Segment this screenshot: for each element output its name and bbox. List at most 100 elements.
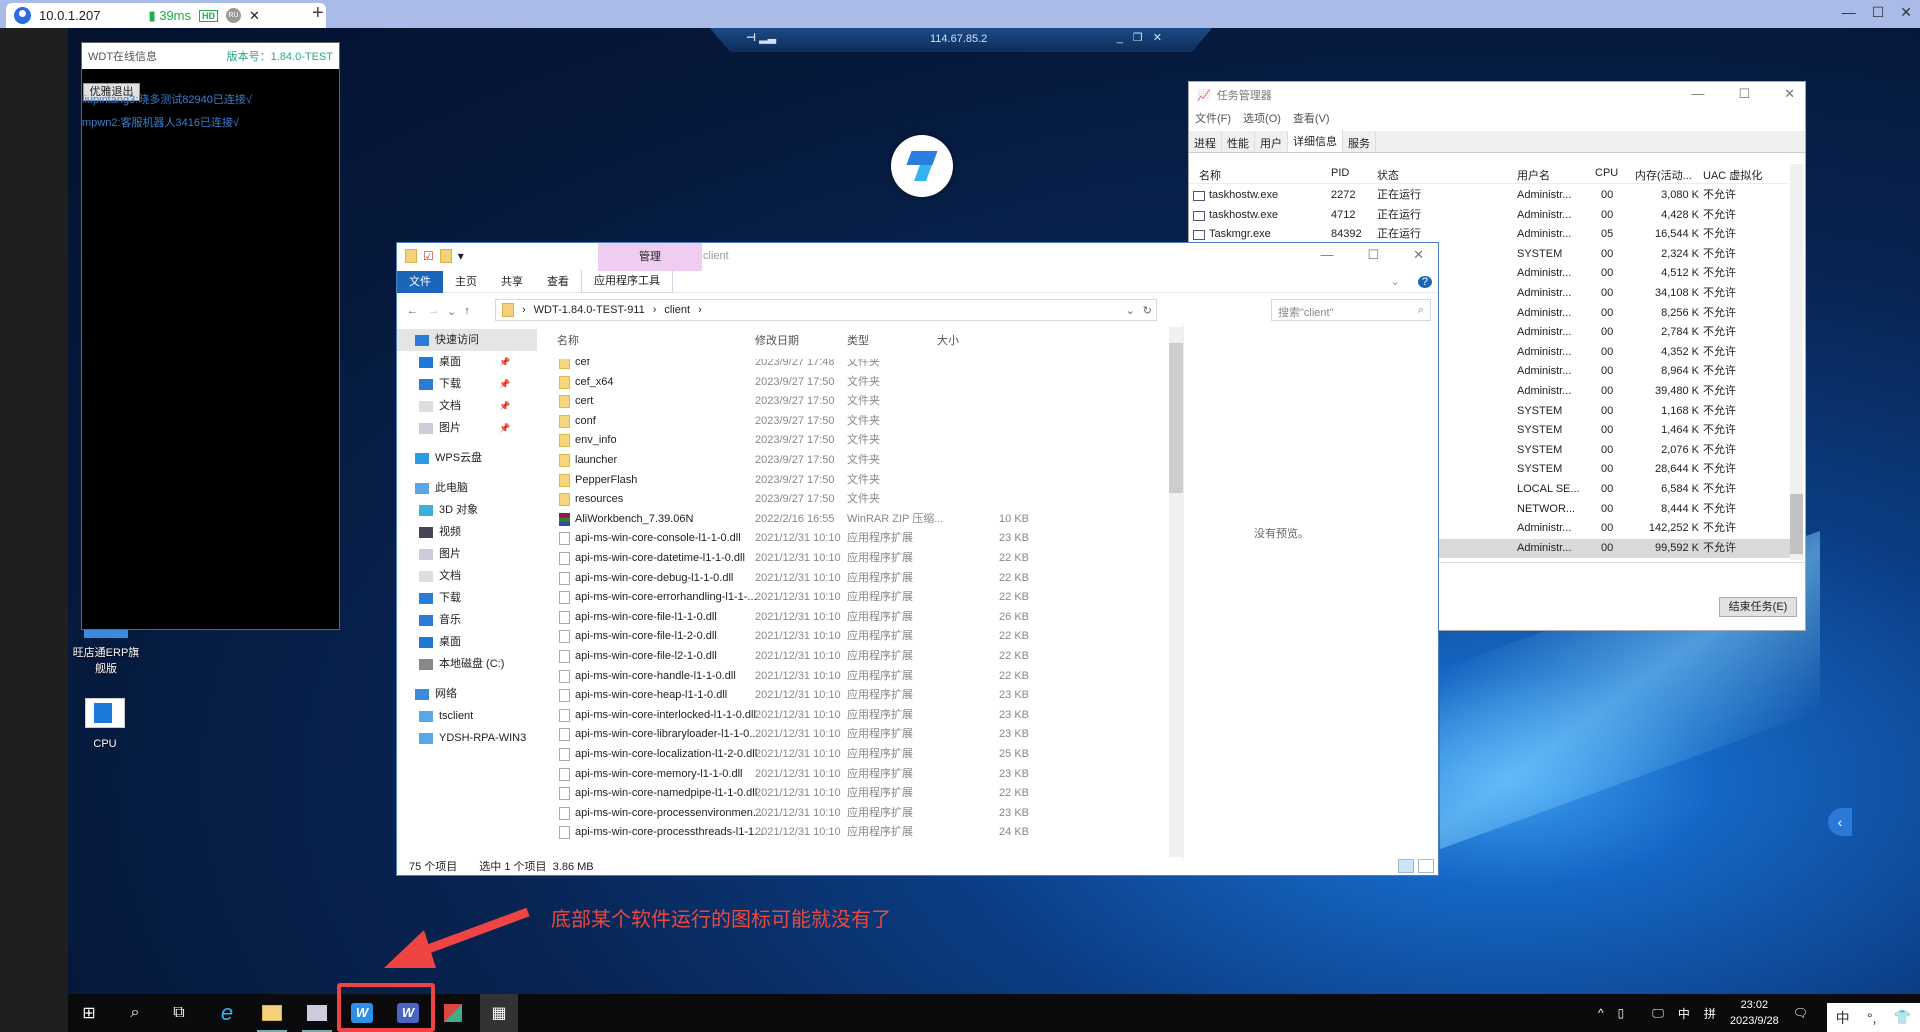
close-icon[interactable]: ✕ bbox=[1413, 247, 1424, 263]
close-icon[interactable]: ✕ bbox=[1784, 86, 1795, 102]
show-hidden-icons[interactable]: ^ bbox=[1598, 1006, 1604, 1020]
pin-icon[interactable]: 📌 bbox=[499, 351, 510, 373]
file-row[interactable]: api-ms-win-core-interlocked-l1-1-0.dll 20… bbox=[543, 706, 1168, 726]
file-row[interactable]: api-ms-win-core-file-l1-1-0.dll 2021/12/3… bbox=[543, 608, 1168, 628]
address-dropdown-icon[interactable]: ⌄ bbox=[1126, 304, 1135, 317]
address-bar[interactable]: › WDT-1.84.0-TEST-911 › client › ⌄ ↻ bbox=[495, 299, 1157, 321]
close-tab-icon[interactable]: ✕ bbox=[249, 8, 260, 24]
usb-icon[interactable]: ▯ bbox=[1618, 1006, 1625, 1020]
help-icon[interactable]: ? bbox=[1412, 271, 1438, 293]
file-row[interactable]: cert 2023/9/27 17:50 文件夹 bbox=[543, 392, 1168, 412]
pin-icon[interactable]: 📌 bbox=[499, 417, 510, 439]
nav-item[interactable]: 下载 📌 bbox=[419, 373, 510, 395]
file-row[interactable]: api-ms-win-core-libraryloader-l1-1-0....… bbox=[543, 725, 1168, 745]
file-row[interactable]: api-ms-win-core-debug-l1-1-0.dll 2021/12/… bbox=[543, 569, 1168, 589]
nav-item[interactable]: YDSH-RPA-WIN3 bbox=[419, 727, 526, 749]
col-memory[interactable]: 内存(活动... bbox=[1635, 167, 1692, 183]
monitor-app-icon[interactable] bbox=[302, 998, 332, 1032]
process-list-scrollbar[interactable] bbox=[1790, 164, 1803, 560]
ribbon-tab-share[interactable]: 共享 bbox=[489, 271, 535, 293]
file-row[interactable]: api-ms-win-core-file-l2-1-0.dll 2021/12/3… bbox=[543, 647, 1168, 667]
file-row[interactable]: api-ms-win-core-memory-l1-1-0.dll 2021/12… bbox=[543, 765, 1168, 785]
large-icons-view-icon[interactable] bbox=[1418, 859, 1434, 873]
breadcrumb-item[interactable]: client bbox=[664, 304, 690, 316]
ime-skin-icon[interactable]: 👕 bbox=[1894, 1009, 1911, 1026]
nav-item[interactable]: 图片 bbox=[419, 543, 461, 565]
nav-item[interactable]: 视频 bbox=[419, 521, 461, 543]
menu-file[interactable]: 文件(F) bbox=[1195, 110, 1231, 126]
file-explorer-icon[interactable] bbox=[257, 998, 287, 1032]
hd-badge[interactable]: HD bbox=[199, 9, 219, 22]
nav-item[interactable]: 文档 bbox=[419, 565, 461, 587]
file-row[interactable]: cef_x64 2023/9/27 17:50 文件夹 bbox=[543, 373, 1168, 393]
file-row[interactable]: env_info 2023/9/27 17:50 文件夹 bbox=[543, 431, 1168, 451]
ribbon-tab-file[interactable]: 文件 bbox=[397, 270, 443, 293]
calculator-icon[interactable]: ▦ bbox=[480, 994, 518, 1032]
col-type[interactable]: 类型 bbox=[847, 332, 869, 348]
network-icon[interactable]: 🖵 bbox=[1652, 1006, 1664, 1021]
tab-performance[interactable]: 性能 bbox=[1222, 131, 1255, 152]
maximize-icon[interactable]: ☐ bbox=[1872, 4, 1885, 21]
pin-icon[interactable]: ⊣ ▂▃ bbox=[746, 31, 776, 44]
details-view-icon[interactable] bbox=[1398, 859, 1414, 873]
col-cpu[interactable]: CPU bbox=[1595, 167, 1618, 179]
file-row[interactable]: api-ms-win-core-file-l1-2-0.dll 2021/12/3… bbox=[543, 627, 1168, 647]
new-folder-icon[interactable] bbox=[439, 249, 452, 263]
recent-locations-icon[interactable]: ⌄ bbox=[447, 305, 456, 318]
nav-item[interactable]: 快速访问 bbox=[397, 329, 537, 351]
col-date[interactable]: 修改日期 bbox=[755, 332, 799, 348]
remote-window-controls[interactable]: _❐✕ bbox=[1117, 31, 1172, 44]
file-row[interactable]: api-ms-win-core-errorhandling-l1-1-... 20… bbox=[543, 588, 1168, 608]
menu-options[interactable]: 选项(O) bbox=[1243, 110, 1281, 126]
ime-language[interactable]: 中 bbox=[1836, 1008, 1850, 1028]
tab-processes[interactable]: 进程 bbox=[1189, 131, 1222, 152]
menu-view[interactable]: 查看(V) bbox=[1293, 110, 1330, 126]
collapse-side-panel-button[interactable]: ‹ bbox=[1828, 808, 1852, 836]
file-row[interactable]: AliWorkbench_7.39.06N 2022/2/16 16:55 WinR… bbox=[543, 510, 1168, 530]
notification-icon[interactable]: 🗨 bbox=[1793, 1006, 1808, 1020]
minimize-icon[interactable]: — bbox=[1842, 4, 1856, 21]
file-row[interactable]: api-ms-win-core-namedpipe-l1-1-0.dll 2021… bbox=[543, 784, 1168, 804]
file-row[interactable]: api-ms-win-core-handle-l1-1-0.dll 2021/12… bbox=[543, 667, 1168, 687]
ribbon-tab-app-tools[interactable]: 应用程序工具 bbox=[581, 270, 673, 293]
col-user[interactable]: 用户名 bbox=[1517, 167, 1550, 183]
ribbon-tab-view[interactable]: 查看 bbox=[535, 271, 581, 293]
col-name[interactable]: 名称 bbox=[1199, 167, 1221, 183]
file-row[interactable]: resources 2023/9/27 17:50 文件夹 bbox=[543, 490, 1168, 510]
nav-item[interactable]: WPS云盘 bbox=[415, 447, 482, 469]
ribbon-tab-home[interactable]: 主页 bbox=[443, 271, 489, 293]
manage-context-tab[interactable]: 管理 bbox=[598, 243, 702, 271]
scrollbar-thumb[interactable] bbox=[1790, 494, 1803, 554]
col-pid[interactable]: PID bbox=[1331, 167, 1349, 179]
search-icon[interactable]: ⌕ bbox=[120, 998, 150, 1028]
desktop-icon-erp[interactable]: 旺店通ERP旗舰版 bbox=[70, 630, 142, 676]
nav-item[interactable]: 本地磁盘 (C:) bbox=[419, 653, 504, 675]
file-row[interactable]: api-ms-win-core-console-l1-1-0.dll 2021/1… bbox=[543, 529, 1168, 549]
tab-users[interactable]: 用户 bbox=[1255, 131, 1288, 152]
nav-item[interactable]: tsclient bbox=[419, 705, 473, 727]
file-row[interactable]: api-ms-win-core-datetime-l1-1-0.dll 2021/… bbox=[543, 549, 1168, 569]
ru-badge[interactable]: RU bbox=[226, 8, 242, 23]
breadcrumb-item[interactable]: WDT-1.84.0-TEST-911 bbox=[534, 304, 645, 316]
nav-item[interactable]: 桌面 bbox=[419, 631, 461, 653]
scrollbar-thumb[interactable] bbox=[1169, 343, 1183, 493]
file-row[interactable]: api-ms-win-core-processenvironmen... 2021… bbox=[543, 804, 1168, 824]
nav-item[interactable]: 下载 bbox=[419, 587, 461, 609]
tab-services[interactable]: 服务 bbox=[1343, 131, 1376, 152]
customize-toolbar-icon[interactable]: ▾ bbox=[458, 249, 464, 263]
end-task-button[interactable]: 结束任务(E) bbox=[1719, 597, 1797, 617]
search-input[interactable]: 搜索"client" ⌕ bbox=[1271, 299, 1431, 321]
file-row[interactable]: api-ms-win-core-processthreads-l1-1... 20… bbox=[543, 823, 1168, 843]
nav-item[interactable]: 音乐 bbox=[419, 609, 461, 631]
clock[interactable]: 23:02 2023/9/28 bbox=[1730, 997, 1779, 1029]
file-list-scrollbar[interactable] bbox=[1169, 327, 1183, 857]
nav-item[interactable]: 图片 📌 bbox=[419, 417, 510, 439]
start-icon[interactable]: ⊞ bbox=[74, 998, 104, 1028]
nav-item[interactable]: 此电脑 bbox=[415, 477, 468, 499]
col-size[interactable]: 大小 bbox=[937, 332, 959, 348]
task-view-icon[interactable]: ⧉ bbox=[164, 998, 194, 1028]
close-icon[interactable]: ✕ bbox=[1900, 4, 1912, 21]
file-row[interactable]: launcher 2023/9/27 17:50 文件夹 bbox=[543, 451, 1168, 471]
nav-item[interactable]: 3D 对象 bbox=[419, 499, 478, 521]
refresh-icon[interactable]: ↻ bbox=[1143, 304, 1156, 317]
